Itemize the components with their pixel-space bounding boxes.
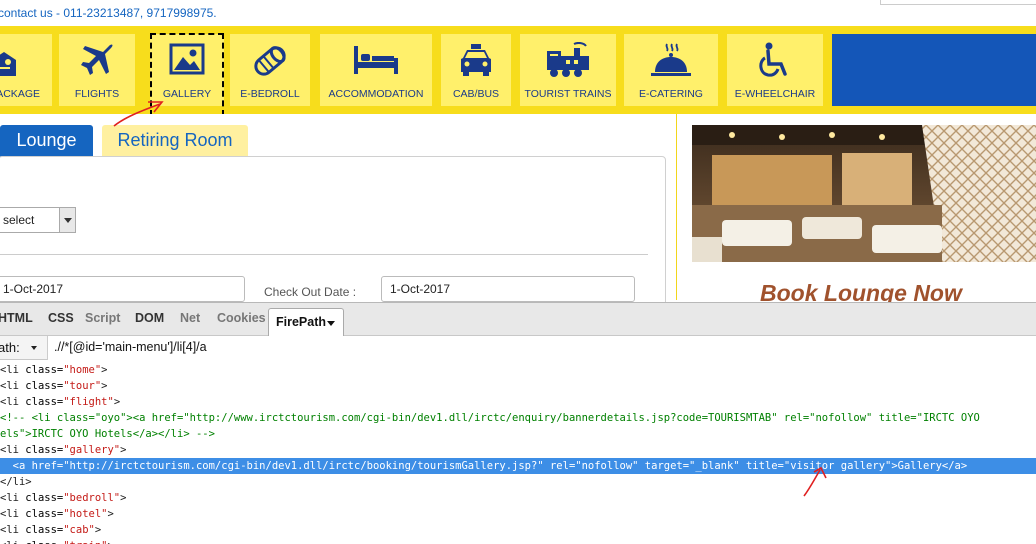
xpath-type-dropdown[interactable]: [23, 339, 45, 357]
source-line[interactable]: <li class="flight">: [0, 394, 120, 410]
menu-item-tourist-trains[interactable]: TOURIST TRAINS: [520, 34, 616, 106]
source-line[interactable]: <!-- <li class="oyo"><a href="http://www…: [0, 410, 980, 426]
source-line[interactable]: <li class="tour">: [0, 378, 108, 394]
menu-label-accommodation: ACCOMMODATION: [328, 88, 424, 100]
divider: [0, 254, 648, 255]
checkout-date-label: Check Out Date :: [264, 285, 357, 299]
food-cloche-icon: [624, 42, 718, 80]
contact-text: contact us - 011-23213487, 9717998975.: [0, 6, 217, 20]
source-line[interactable]: <li class="hotel">: [0, 506, 114, 522]
phone-box: 1800110139: [880, 0, 1036, 5]
menu-label-e-catering: E-CATERING: [639, 88, 703, 100]
xpath-bar: ath: .//*[@id='main-menu']/li[4]/a: [0, 336, 1036, 360]
xpath-input[interactable]: .//*[@id='main-menu']/li[4]/a: [47, 336, 1036, 360]
bed-icon: [320, 42, 432, 80]
selected-source-line[interactable]: <a href="http://irctctourism.com/cgi-bin…: [0, 458, 1036, 474]
source-line[interactable]: <li class="bedroll">: [0, 490, 126, 506]
tab-cookies[interactable]: Cookies: [217, 311, 266, 325]
booking-panel: Lounge Retiring Room select 1-Oct-2017 C…: [0, 114, 676, 306]
tab-dom[interactable]: DOM: [135, 311, 164, 325]
tab-css[interactable]: CSS: [48, 311, 74, 325]
chevron-down-icon[interactable]: [59, 208, 75, 232]
airplane-icon: [59, 42, 135, 80]
station-select-value: select: [3, 213, 35, 227]
source-line[interactable]: <li class="cab">: [0, 522, 101, 538]
source-line[interactable]: </li>: [0, 474, 32, 490]
package-icon: [0, 42, 52, 80]
source-line[interactable]: <li class="train">: [0, 538, 114, 544]
red-arrow-annotation-code: [803, 466, 827, 497]
checkin-date-field[interactable]: 1-Oct-2017: [0, 276, 245, 302]
lounge-photo[interactable]: [692, 125, 1036, 262]
tab-net[interactable]: Net: [180, 311, 200, 325]
menu-item-accommodation[interactable]: ACCOMMODATION: [320, 34, 432, 106]
menu-label-package: PACKAGE: [0, 88, 40, 100]
menu-label-e-wheelchair: E-WHEELCHAIR: [734, 88, 816, 100]
firebug-toolbar: HTML CSS Script DOM Net Cookies FirePath: [0, 302, 1036, 336]
bedroll-icon: [230, 42, 310, 80]
menu-item-e-catering[interactable]: E-CATERING: [624, 34, 718, 106]
station-select[interactable]: select: [0, 207, 76, 233]
contact-bar: contact us - 011-23213487, 9717998975. 1…: [0, 0, 1036, 26]
source-line[interactable]: <li class="home">: [0, 362, 108, 378]
wheelchair-icon: [727, 42, 823, 80]
menu-item-e-wheelchair[interactable]: E-WHEELCHAIR: [727, 34, 823, 106]
tab-firepath[interactable]: FirePath: [268, 308, 344, 336]
menu-label-tourist-trains: TOURIST TRAINS: [524, 88, 612, 100]
xpath-label: ath:: [0, 340, 20, 355]
menu-label-e-bedroll: E-BEDROLL: [240, 88, 300, 100]
source-line[interactable]: els">IRCTC OYO Hotels</a></li> -->: [0, 426, 215, 442]
phone-number: 1800110139: [909, 0, 975, 2]
html-source-panel: <li class="home"> <li class="tour"> <li cl…: [0, 362, 1036, 544]
train-icon: [520, 42, 616, 80]
tab-lounge[interactable]: Lounge: [0, 125, 93, 157]
source-line[interactable]: <li class="gallery">: [0, 442, 126, 458]
menu-item-cab-bus[interactable]: CAB/BUS: [441, 34, 511, 106]
promo-banner[interactable]: [832, 34, 1036, 106]
tab-script[interactable]: Script: [85, 311, 120, 325]
menu-label-cab-bus: CAB/BUS: [452, 88, 500, 100]
taxi-icon: [441, 42, 511, 80]
menu-item-e-bedroll[interactable]: E-BEDROLL: [230, 34, 310, 106]
menu-item-package[interactable]: PACKAGE: [0, 34, 52, 106]
column-divider: [676, 114, 677, 300]
tab-html[interactable]: HTML: [0, 311, 33, 325]
checkout-date-field[interactable]: 1-Oct-2017: [381, 276, 635, 302]
red-arrow-annotation: [113, 101, 164, 127]
